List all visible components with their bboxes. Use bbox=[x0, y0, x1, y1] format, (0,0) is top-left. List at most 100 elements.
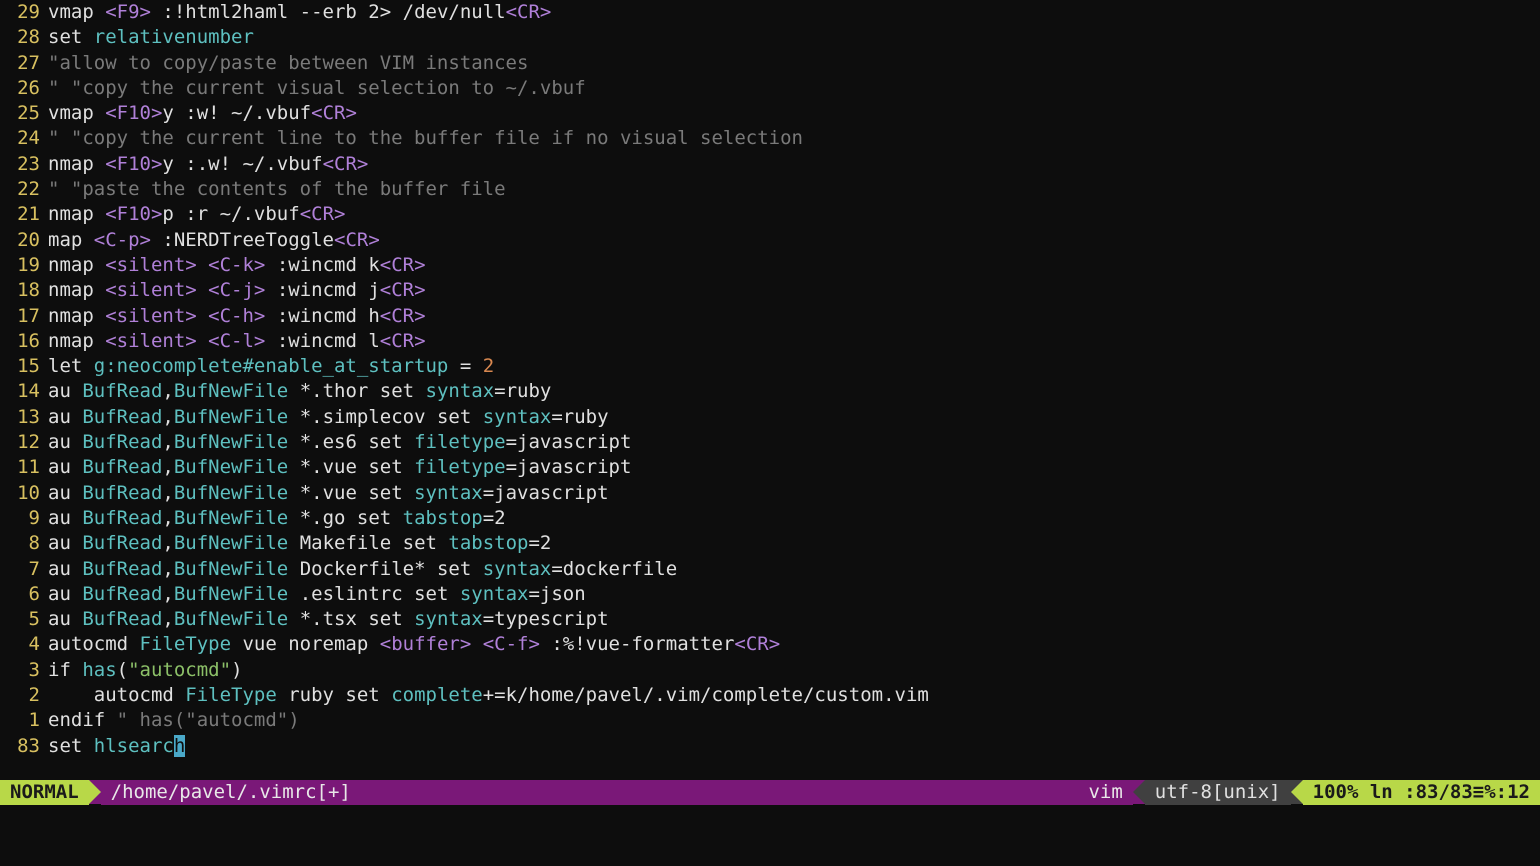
code-text: vmap <F9> :!html2haml --erb 2> /dev/null… bbox=[48, 0, 1540, 25]
code-text: if has("autocmd") bbox=[48, 658, 1540, 683]
position-indicator: 100% ln :83/83≡%:12 bbox=[1303, 780, 1540, 805]
code-line[interactable]: 26" "copy the current visual selection t… bbox=[0, 76, 1540, 101]
code-line[interactable]: 5au BufRead,BufNewFile *.tsx set syntax=… bbox=[0, 607, 1540, 632]
code-line[interactable]: 22" "paste the contents of the buffer fi… bbox=[0, 177, 1540, 202]
line-number: 28 bbox=[0, 25, 48, 50]
line-number: 13 bbox=[0, 405, 48, 430]
code-line[interactable]: 13au BufRead,BufNewFile *.simplecov set … bbox=[0, 405, 1540, 430]
code-line[interactable]: 14au BufRead,BufNewFile *.thor set synta… bbox=[0, 379, 1540, 404]
code-text: nmap <F10>y :.w! ~/.vbuf<CR> bbox=[48, 152, 1540, 177]
file-path: /home/pavel/.vimrc[+] bbox=[101, 780, 1079, 805]
line-number: 9 bbox=[0, 506, 48, 531]
encoding-indicator: utf-8[unix] bbox=[1145, 780, 1291, 805]
code-text: autocmd FileType vue noremap <buffer> <C… bbox=[48, 632, 1540, 657]
code-line[interactable]: 15let g:neocomplete#enable_at_startup = … bbox=[0, 354, 1540, 379]
separator-icon bbox=[1133, 780, 1145, 804]
code-text: au BufRead,BufNewFile Makefile set tabst… bbox=[48, 531, 1540, 556]
code-text: nmap <F10>p :r ~/.vbuf<CR> bbox=[48, 202, 1540, 227]
line-number: 23 bbox=[0, 152, 48, 177]
code-line[interactable]: 20map <C-p> :NERDTreeToggle<CR> bbox=[0, 228, 1540, 253]
separator-icon bbox=[1291, 780, 1303, 804]
code-line[interactable]: 19nmap <silent> <C-k> :wincmd k<CR> bbox=[0, 253, 1540, 278]
line-number: 3 bbox=[0, 658, 48, 683]
code-text: au BufRead,BufNewFile .eslintrc set synt… bbox=[48, 582, 1540, 607]
line-number: 5 bbox=[0, 607, 48, 632]
code-line[interactable]: 8au BufRead,BufNewFile Makefile set tabs… bbox=[0, 531, 1540, 556]
line-number: 8 bbox=[0, 531, 48, 556]
line-number: 26 bbox=[0, 76, 48, 101]
code-text: au BufRead,BufNewFile *.tsx set syntax=t… bbox=[48, 607, 1540, 632]
code-text: nmap <silent> <C-l> :wincmd l<CR> bbox=[48, 329, 1540, 354]
line-number: 22 bbox=[0, 177, 48, 202]
code-line[interactable]: 11au BufRead,BufNewFile *.vue set filety… bbox=[0, 455, 1540, 480]
code-text: au BufRead,BufNewFile *.simplecov set sy… bbox=[48, 405, 1540, 430]
line-number: 1 bbox=[0, 708, 48, 733]
code-text: " "copy the current line to the buffer f… bbox=[48, 126, 1540, 151]
code-text: " "copy the current visual selection to … bbox=[48, 76, 1540, 101]
code-line[interactable]: 23nmap <F10>y :.w! ~/.vbuf<CR> bbox=[0, 152, 1540, 177]
code-line[interactable]: 28set relativenumber bbox=[0, 25, 1540, 50]
code-line[interactable]: 27"allow to copy/paste between VIM insta… bbox=[0, 51, 1540, 76]
status-bar: NORMAL /home/pavel/.vimrc[+] vim utf-8[u… bbox=[0, 780, 1540, 805]
code-line[interactable]: 25vmap <F10>y :w! ~/.vbuf<CR> bbox=[0, 101, 1540, 126]
line-number: 14 bbox=[0, 379, 48, 404]
code-line[interactable]: 21nmap <F10>p :r ~/.vbuf<CR> bbox=[0, 202, 1540, 227]
code-line[interactable]: 3if has("autocmd") bbox=[0, 658, 1540, 683]
code-text: set relativenumber bbox=[48, 25, 1540, 50]
filetype-indicator: vim bbox=[1078, 780, 1132, 805]
code-line[interactable]: 17nmap <silent> <C-h> :wincmd h<CR> bbox=[0, 304, 1540, 329]
code-text: map <C-p> :NERDTreeToggle<CR> bbox=[48, 228, 1540, 253]
mode-indicator: NORMAL bbox=[0, 780, 89, 805]
line-number: 27 bbox=[0, 51, 48, 76]
code-line[interactable]: 16nmap <silent> <C-l> :wincmd l<CR> bbox=[0, 329, 1540, 354]
line-number: 16 bbox=[0, 329, 48, 354]
line-number: 12 bbox=[0, 430, 48, 455]
code-line[interactable]: 10au BufRead,BufNewFile *.vue set syntax… bbox=[0, 481, 1540, 506]
code-text: nmap <silent> <C-k> :wincmd k<CR> bbox=[48, 253, 1540, 278]
code-text: set hlsearch bbox=[48, 734, 1540, 759]
line-number: 2 bbox=[0, 683, 48, 708]
line-number: 7 bbox=[0, 557, 48, 582]
code-text: au BufRead,BufNewFile *.vue set syntax=j… bbox=[48, 481, 1540, 506]
line-number: 15 bbox=[0, 354, 48, 379]
code-text: nmap <silent> <C-h> :wincmd h<CR> bbox=[48, 304, 1540, 329]
line-number: 4 bbox=[0, 632, 48, 657]
code-text: "allow to copy/paste between VIM instanc… bbox=[48, 51, 1540, 76]
code-line[interactable]: 18nmap <silent> <C-j> :wincmd j<CR> bbox=[0, 278, 1540, 303]
code-line[interactable]: 12au BufRead,BufNewFile *.es6 set filety… bbox=[0, 430, 1540, 455]
code-line[interactable]: 7au BufRead,BufNewFile Dockerfile* set s… bbox=[0, 557, 1540, 582]
code-line[interactable]: 6au BufRead,BufNewFile .eslintrc set syn… bbox=[0, 582, 1540, 607]
line-number: 83 bbox=[0, 734, 48, 759]
line-number: 11 bbox=[0, 455, 48, 480]
code-line[interactable]: 1endif " has("autocmd") bbox=[0, 708, 1540, 733]
line-number: 24 bbox=[0, 126, 48, 151]
line-number: 25 bbox=[0, 101, 48, 126]
status-right: vim utf-8[unix] 100% ln :83/83≡%:12 bbox=[1078, 780, 1540, 805]
code-text: " "paste the contents of the buffer file bbox=[48, 177, 1540, 202]
code-line[interactable]: 24" "copy the current line to the buffer… bbox=[0, 126, 1540, 151]
code-text: let g:neocomplete#enable_at_startup = 2 bbox=[48, 354, 1540, 379]
line-number: 6 bbox=[0, 582, 48, 607]
code-text: au BufRead,BufNewFile Dockerfile* set sy… bbox=[48, 557, 1540, 582]
code-text: au BufRead,BufNewFile *.thor set syntax=… bbox=[48, 379, 1540, 404]
line-number: 19 bbox=[0, 253, 48, 278]
code-line[interactable]: 4autocmd FileType vue noremap <buffer> <… bbox=[0, 632, 1540, 657]
code-line[interactable]: 2 autocmd FileType ruby set complete+=k/… bbox=[0, 683, 1540, 708]
editor-pane[interactable]: 29vmap <F9> :!html2haml --erb 2> /dev/nu… bbox=[0, 0, 1540, 841]
code-text: au BufRead,BufNewFile *.es6 set filetype… bbox=[48, 430, 1540, 455]
code-line[interactable]: 83set hlsearch bbox=[0, 734, 1540, 759]
code-text: au BufRead,BufNewFile *.go set tabstop=2 bbox=[48, 506, 1540, 531]
code-line[interactable]: 29vmap <F9> :!html2haml --erb 2> /dev/nu… bbox=[0, 0, 1540, 25]
code-text: autocmd FileType ruby set complete+=k/ho… bbox=[48, 683, 1540, 708]
line-number: 29 bbox=[0, 0, 48, 25]
line-number: 20 bbox=[0, 228, 48, 253]
code-text: vmap <F10>y :w! ~/.vbuf<CR> bbox=[48, 101, 1540, 126]
line-number: 10 bbox=[0, 481, 48, 506]
code-text: endif " has("autocmd") bbox=[48, 708, 1540, 733]
code-text: nmap <silent> <C-j> :wincmd j<CR> bbox=[48, 278, 1540, 303]
line-number: 18 bbox=[0, 278, 48, 303]
line-number: 17 bbox=[0, 304, 48, 329]
line-number: 21 bbox=[0, 202, 48, 227]
code-line[interactable]: 9au BufRead,BufNewFile *.go set tabstop=… bbox=[0, 506, 1540, 531]
separator-icon bbox=[89, 780, 101, 804]
